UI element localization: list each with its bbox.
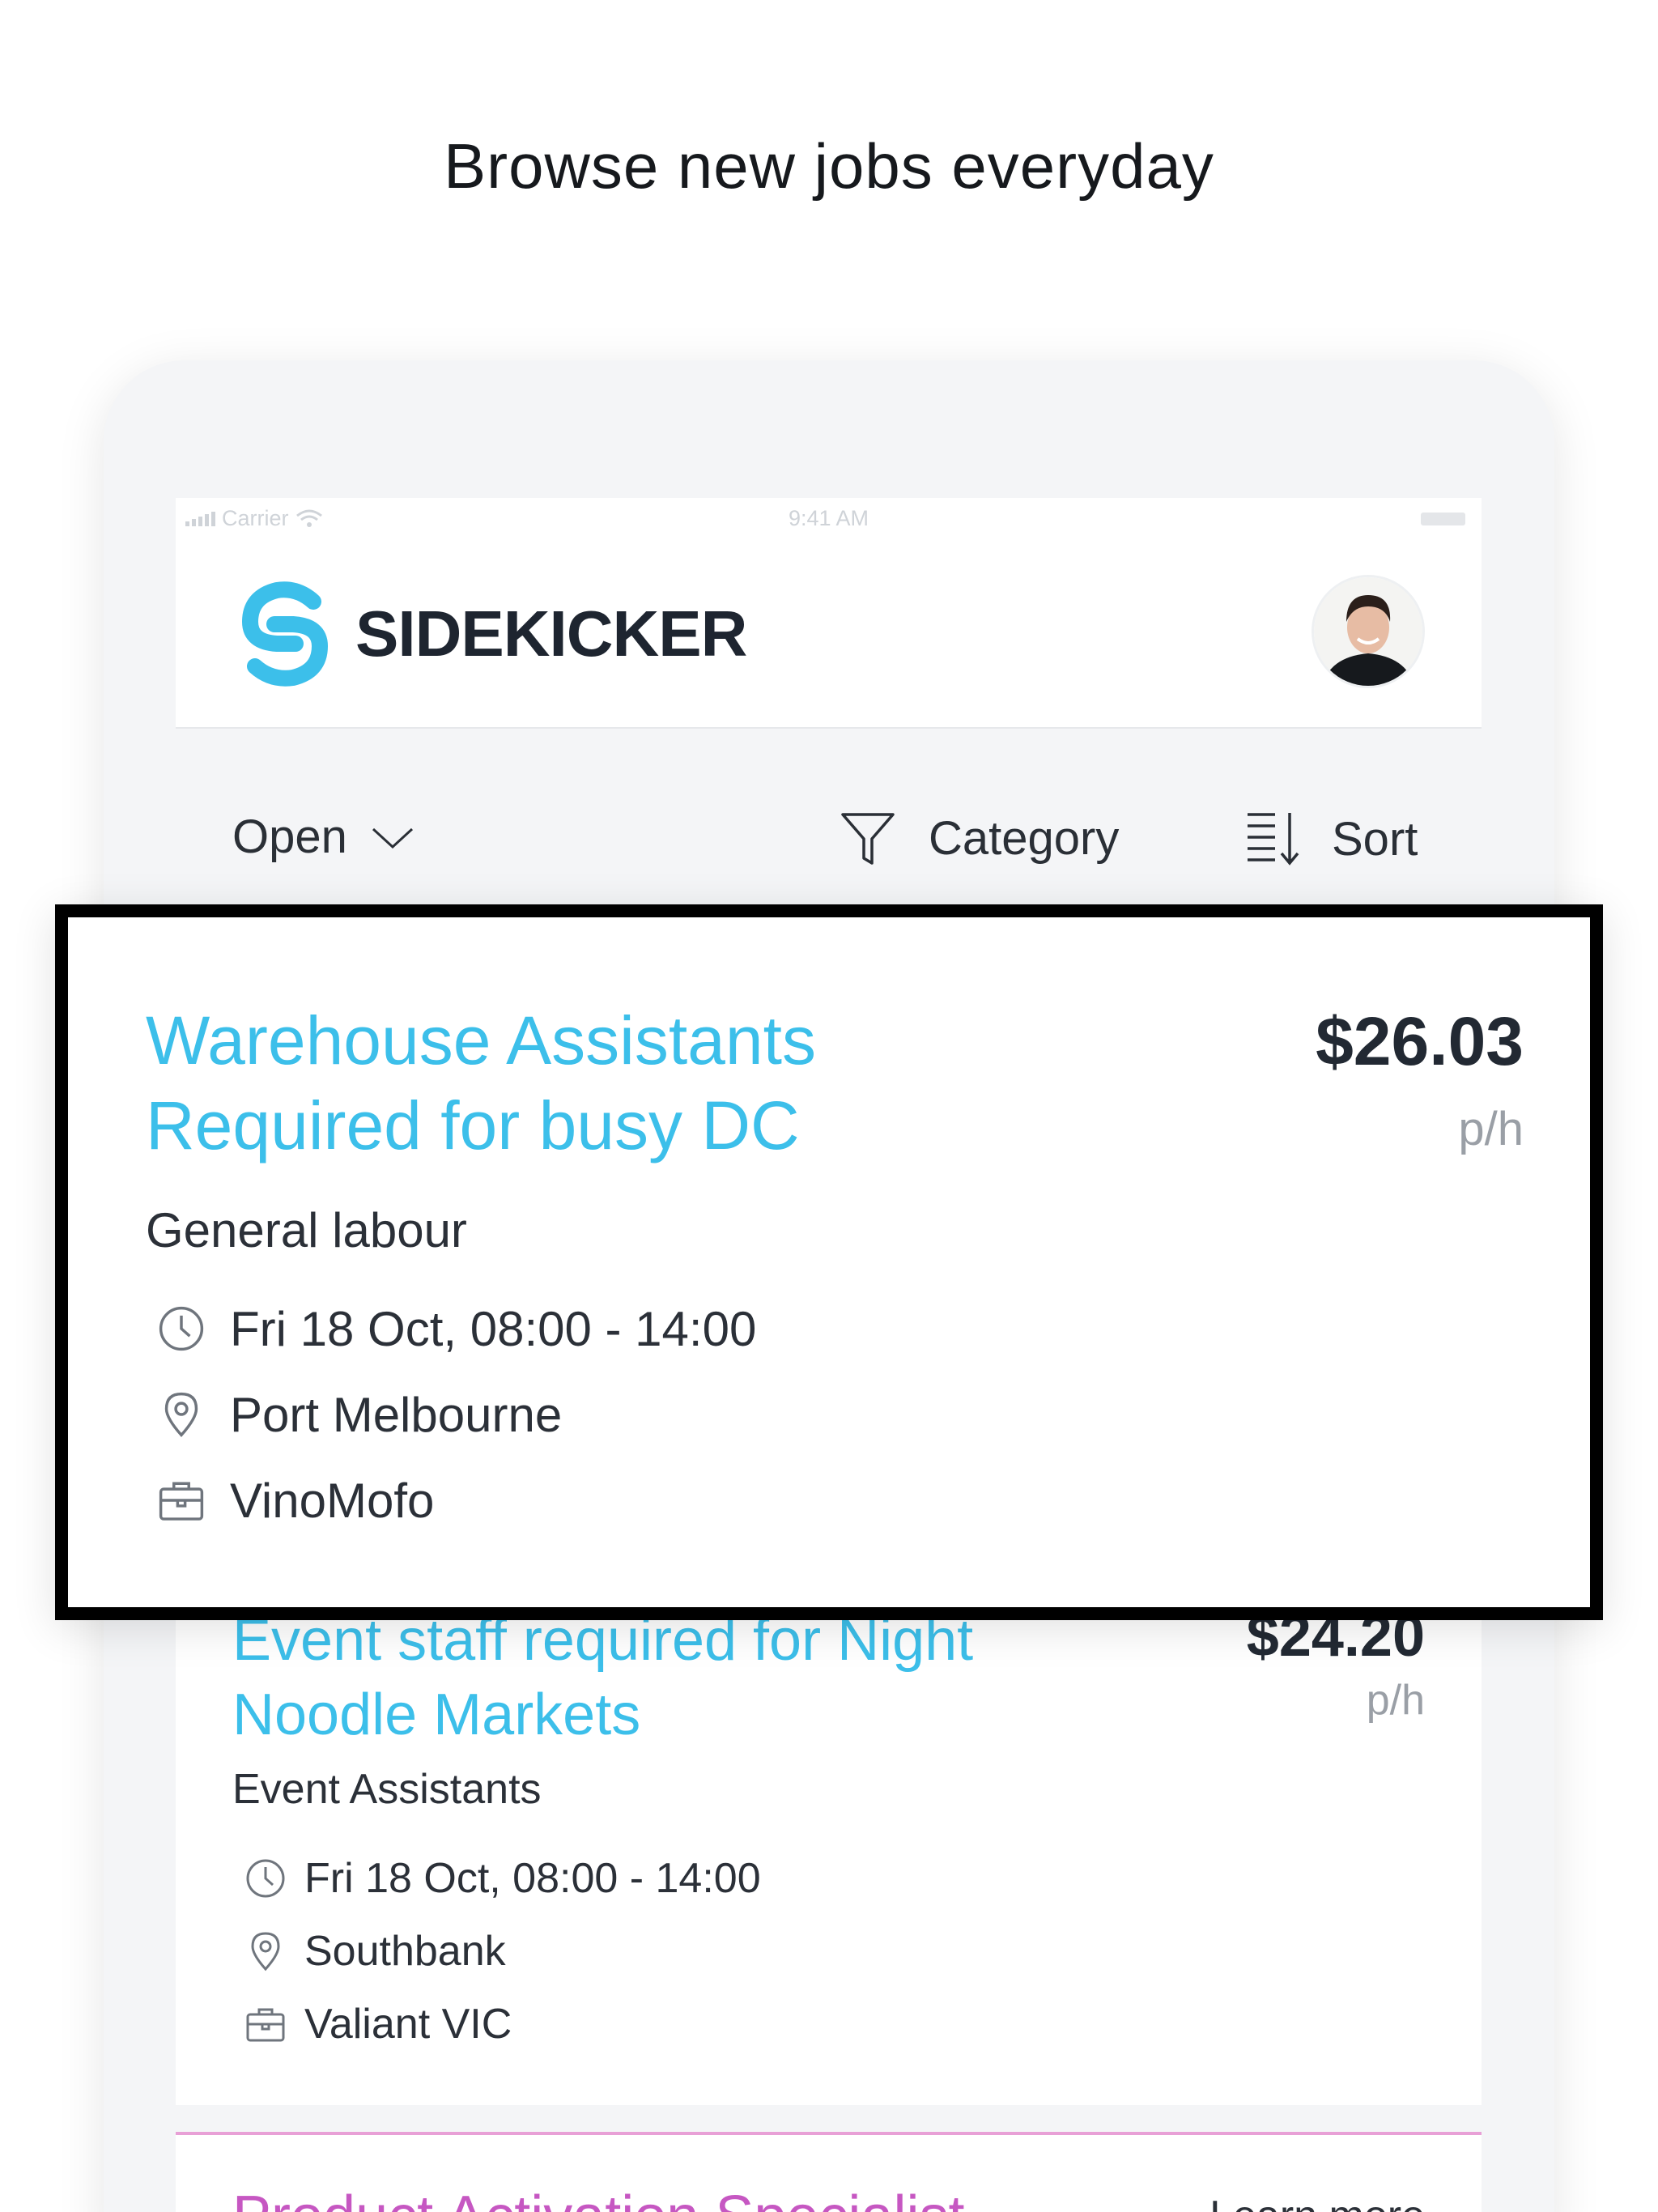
job-category: General labour [146, 1203, 467, 1257]
clock-icon [157, 1304, 206, 1353]
job-card[interactable]: Event staff required for Night Noodle Ma… [176, 1563, 1482, 2105]
profile-avatar[interactable] [1312, 575, 1425, 688]
sort-button[interactable]: Sort [1244, 810, 1418, 868]
job-details: Fri 18 Oct, 08:00 - 14:00 Southbank Vali… [244, 1842, 761, 2061]
job-company: VinoMofo [230, 1473, 435, 1528]
battery-icon [1421, 513, 1465, 525]
sort-label: Sort [1332, 812, 1418, 866]
featured-job-card[interactable]: Warehouse Assistants Required for busy D… [55, 904, 1603, 1620]
job-rate-unit: p/h [1366, 1677, 1425, 1724]
location-pin-icon [244, 1930, 287, 1972]
job-title[interactable]: Event staff required for Night Noodle Ma… [232, 1603, 1082, 1752]
app-header: SIDEKICKER [176, 538, 1482, 729]
clock-icon [244, 1857, 287, 1899]
job-location: Port Melbourne [230, 1387, 563, 1442]
job-title[interactable]: Warehouse Assistants Required for busy D… [146, 998, 1036, 1168]
briefcase-icon [244, 2003, 287, 2045]
job-category: Event Assistants [232, 1766, 542, 1813]
promo-title[interactable]: Product Activation Specialist [232, 2184, 964, 2212]
job-location: Southbank [304, 1928, 506, 1975]
job-company-row: Valiant VIC [244, 1988, 761, 2061]
location-pin-icon [157, 1390, 206, 1439]
filter-bar: Open Category Sort [176, 802, 1482, 883]
job-location-row: Southbank [244, 1915, 761, 1988]
category-filter-button[interactable]: Category [840, 810, 1119, 866]
job-datetime: Fri 18 Oct, 08:00 - 14:00 [230, 1301, 757, 1356]
job-company-row: VinoMofo [157, 1457, 756, 1543]
category-filter-label: Category [929, 811, 1120, 865]
brand-name: SIDEKICKER [355, 598, 747, 670]
logo-mark-icon [232, 577, 338, 691]
page-headline: Browse new jobs everyday [444, 130, 1214, 202]
funnel-icon [840, 810, 896, 866]
status-time: 9:41 AM [788, 506, 869, 530]
job-datetime: Fri 18 Oct, 08:00 - 14:00 [304, 1855, 761, 1902]
job-details: Fri 18 Oct, 08:00 - 14:00 Port Melbourne… [157, 1286, 756, 1543]
job-datetime-row: Fri 18 Oct, 08:00 - 14:00 [244, 1842, 761, 1915]
job-datetime-row: Fri 18 Oct, 08:00 - 14:00 [157, 1286, 756, 1372]
status-bar: Carrier 9:41 AM [176, 498, 1482, 538]
chevron-down-icon [370, 824, 415, 850]
job-rate: $26.03 [1316, 1003, 1524, 1079]
job-rate-unit: p/h [1458, 1103, 1524, 1155]
status-filter-dropdown[interactable]: Open [232, 810, 415, 864]
promo-card[interactable]: Product Activation Specialist Learn more [176, 2132, 1482, 2212]
briefcase-icon [157, 1476, 206, 1525]
learn-more-link[interactable]: Learn more [1209, 2192, 1425, 2212]
sidekicker-logo[interactable]: SIDEKICKER [232, 577, 747, 691]
job-company: Valiant VIC [304, 2001, 512, 2048]
sort-icon [1244, 810, 1303, 868]
status-filter-label: Open [232, 810, 347, 863]
job-location-row: Port Melbourne [157, 1372, 756, 1457]
